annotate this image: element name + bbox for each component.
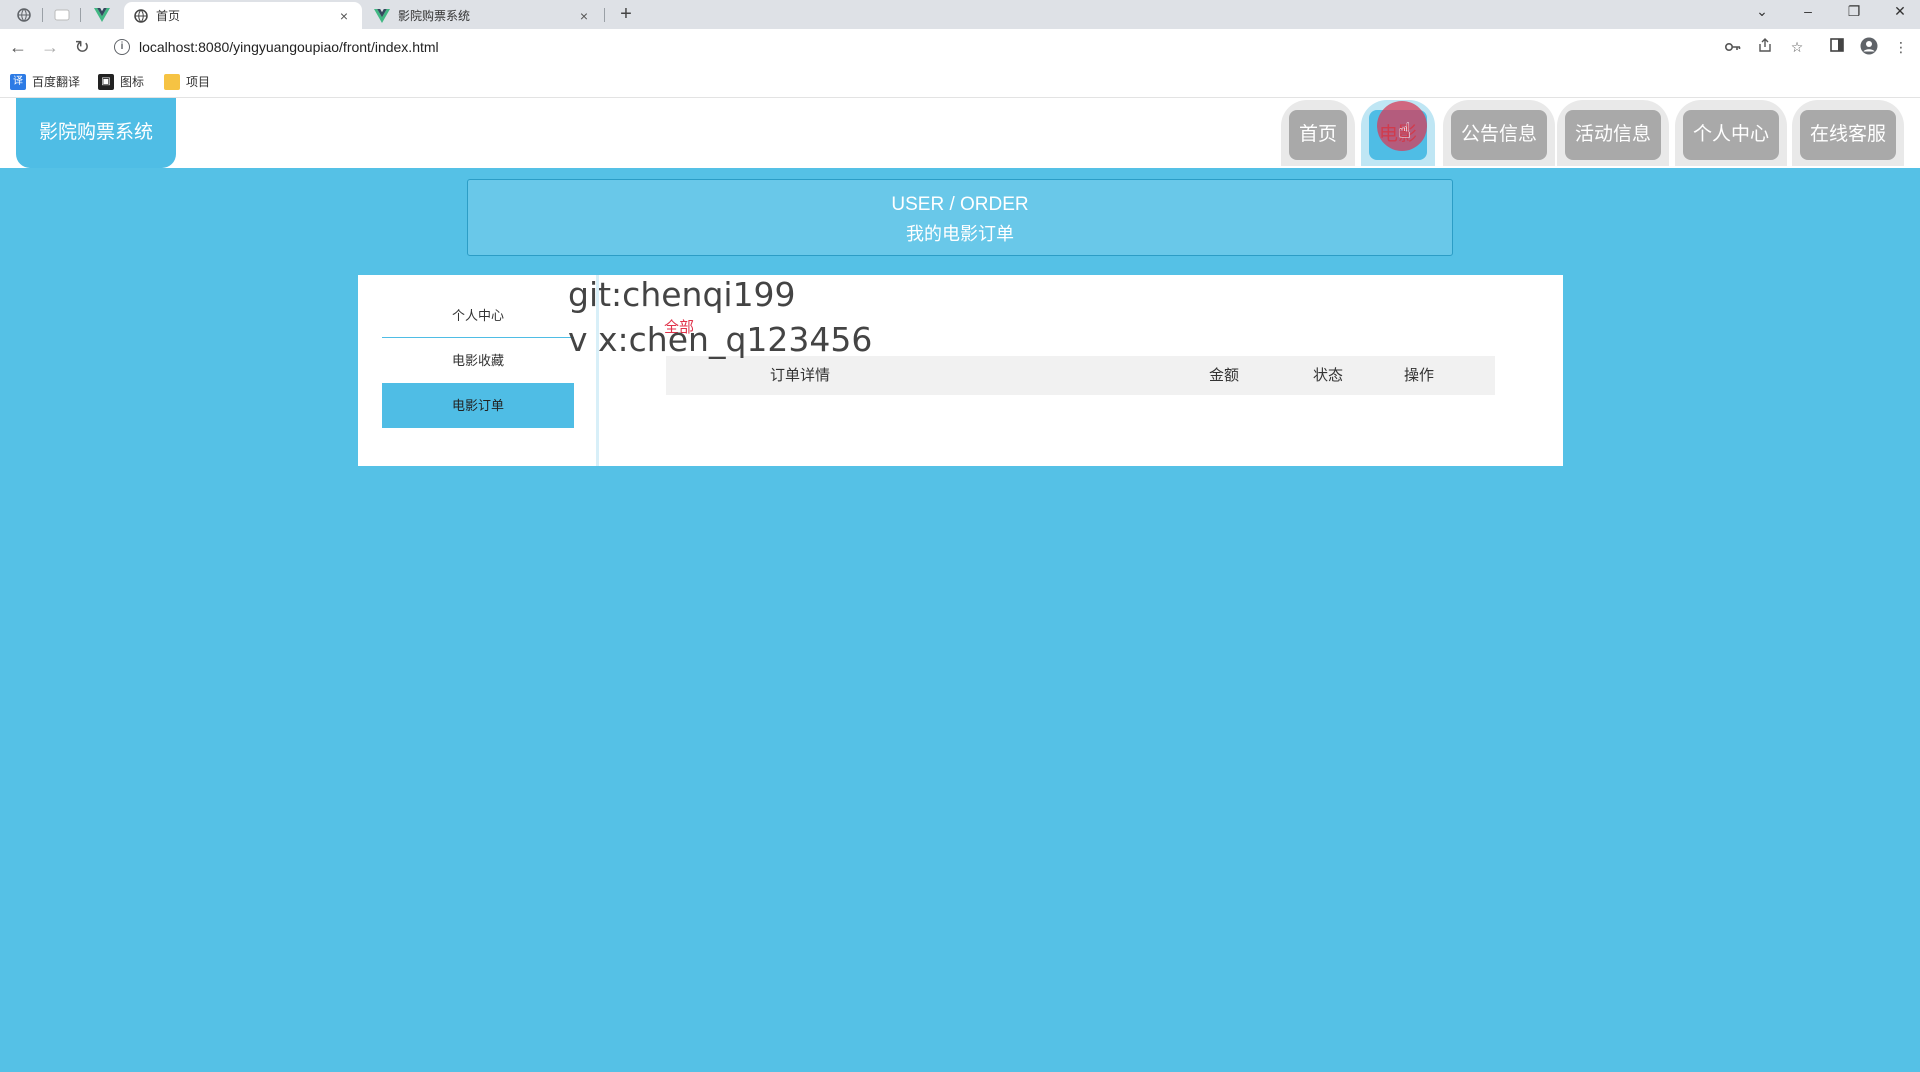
vue-logo-icon: [374, 8, 390, 23]
watermark-line: v x:chen_q123456: [568, 320, 873, 359]
browser-tab-bar: 首页 × 影院购票系统 × + ⌄ – ❐ ✕: [0, 0, 1920, 29]
tab-cinema-system[interactable]: 影院购票系统 ×: [364, 2, 602, 29]
tab-home[interactable]: 首页 ×: [124, 2, 362, 29]
side-panel-icon[interactable]: [1827, 37, 1847, 57]
nav-label: 活动信息: [1565, 110, 1662, 160]
breadcrumb: USER / ORDER 我的电影订单: [467, 179, 1453, 256]
bookmark-label: 项目: [186, 75, 211, 89]
translate-icon: 译: [10, 73, 26, 90]
column-header: 状态: [1313, 367, 1344, 384]
bookmark-label: 百度翻译: [32, 75, 81, 89]
restore-button[interactable]: ❐: [1834, 0, 1874, 22]
back-icon[interactable]: ←: [6, 35, 30, 59]
page-title: 我的电影订单: [906, 224, 1014, 244]
site-logo[interactable]: 影院购票系统: [16, 98, 176, 168]
tab-title: 首页: [156, 9, 181, 23]
vue-logo-icon[interactable]: [86, 3, 118, 27]
minimize-button[interactable]: –: [1788, 0, 1828, 22]
tab-search-icon[interactable]: ⌄: [1742, 0, 1782, 22]
breadcrumb-en: USER / ORDER: [891, 194, 1029, 215]
new-tab-button[interactable]: +: [614, 2, 638, 26]
tab-separator: [604, 8, 605, 22]
watermark-overlay: git:chenqi199 v x:chen_q123456: [568, 272, 872, 362]
close-window-button[interactable]: ✕: [1880, 0, 1920, 22]
nav-label: 个人中心: [1683, 110, 1780, 160]
sidebar-menu: 个人中心 电影收藏 电影订单: [382, 293, 574, 428]
column-header: 金额: [1209, 367, 1240, 384]
profile-icon[interactable]: [1859, 37, 1879, 57]
sidebar-item-movie-orders[interactable]: 电影订单: [382, 383, 574, 428]
tab-separator: [80, 8, 81, 22]
sidebar-item-user-center[interactable]: 个人中心: [382, 293, 574, 338]
nav-activities[interactable]: 活动信息: [1557, 100, 1670, 166]
nav-label: 在线客服: [1800, 110, 1897, 160]
tab-separator: [42, 8, 43, 22]
column-header: 操作: [1404, 367, 1435, 384]
nav-user-center[interactable]: 个人中心: [1675, 100, 1788, 166]
nav-online-service[interactable]: 在线客服: [1792, 100, 1905, 166]
blank-page-icon[interactable]: [46, 3, 78, 27]
site-info-icon[interactable]: i: [114, 39, 130, 55]
url-field[interactable]: localhost:8080/yingyuangoupiao/front/ind…: [139, 39, 439, 55]
globe-icon[interactable]: [8, 3, 40, 27]
reload-icon[interactable]: ↻: [70, 35, 94, 59]
bookmark-projects[interactable]: 项目: [164, 73, 210, 90]
image-icon: ▣: [98, 73, 114, 90]
bookmark-label: 图标: [120, 75, 145, 89]
close-icon[interactable]: ×: [336, 8, 352, 24]
folder-icon: [164, 73, 180, 90]
menu-dots-icon[interactable]: ⋮: [1891, 37, 1911, 57]
key-icon[interactable]: [1723, 37, 1743, 57]
nav-label: 首页: [1289, 110, 1348, 160]
tab-title: 影院购票系统: [398, 9, 471, 23]
address-bar: ← → ↻ i localhost:8080/yingyuangoupiao/f…: [0, 29, 1920, 65]
bookmarks-bar: 译 百度翻译 ▣ 图标 项目: [0, 65, 1920, 98]
sidebar-item-movie-favorites[interactable]: 电影收藏: [382, 338, 574, 383]
hand-cursor-icon: ☝: [1398, 118, 1412, 143]
share-icon[interactable]: [1755, 37, 1775, 57]
nav-label: 公告信息: [1451, 110, 1548, 160]
globe-icon: [134, 8, 148, 23]
site-header: 影院购票系统 首页 电影 公告信息 活动信息 个人中心 在线客服: [0, 98, 1920, 168]
close-icon[interactable]: ×: [576, 8, 592, 24]
nav-announcements[interactable]: 公告信息: [1443, 100, 1556, 166]
nav-home[interactable]: 首页: [1281, 100, 1356, 166]
bookmark-icons[interactable]: ▣ 图标: [98, 73, 144, 90]
watermark-line: git:chenqi199: [568, 275, 796, 314]
star-icon[interactable]: ☆: [1787, 37, 1807, 57]
bookmark-translate[interactable]: 译 百度翻译: [10, 73, 80, 90]
forward-icon[interactable]: →: [38, 35, 62, 59]
